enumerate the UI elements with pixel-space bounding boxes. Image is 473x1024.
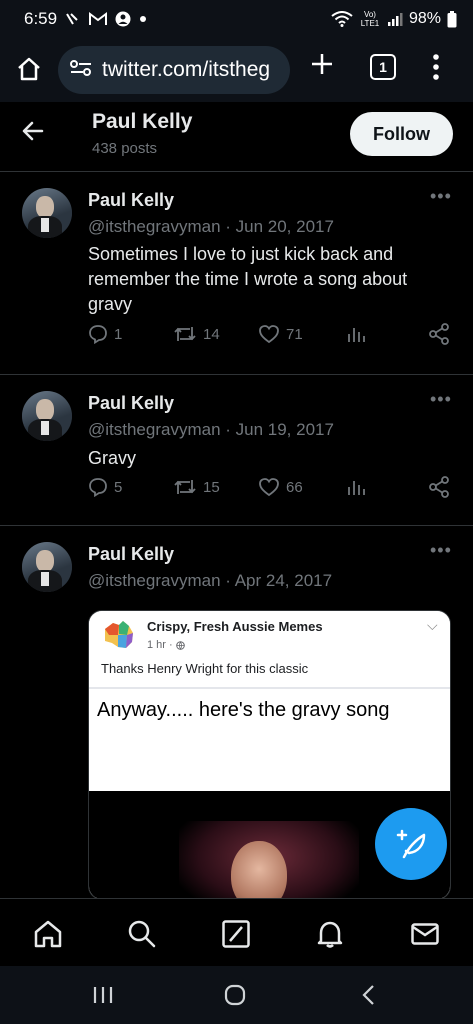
facebook-post-caption: Thanks Henry Wright for this classic (101, 661, 309, 676)
browser-menu-icon[interactable] (432, 54, 440, 85)
signal-icon (387, 12, 403, 26)
views-icon (348, 481, 365, 495)
tweet-handle-date: @itsthegravyman · Apr 24, 2017 (88, 571, 333, 590)
heart-icon (259, 325, 279, 344)
tweet-handle-date: @itsthegravyman · Jun 20, 2017 (88, 217, 334, 236)
network-label: Vo) LTE1 (360, 10, 380, 28)
retweet-button[interactable]: 15 (173, 477, 220, 497)
system-back-icon[interactable] (358, 984, 380, 1011)
reply-count: 5 (114, 478, 123, 496)
gmail-icon (89, 12, 108, 26)
bottom-navigation (0, 898, 473, 966)
search-icon[interactable] (127, 919, 157, 954)
share-button[interactable] (428, 323, 450, 345)
reply-icon (89, 478, 107, 497)
tweet-handle-date: @itsthegravyman · Jun 19, 2017 (88, 420, 334, 439)
recent-apps-icon[interactable] (92, 984, 114, 1011)
tweet-author-name[interactable]: Paul Kelly (88, 393, 174, 414)
globe-icon (175, 640, 185, 650)
call-icon (65, 12, 81, 26)
share-button[interactable] (428, 476, 450, 498)
meme-text: Anyway..... here's the gravy song (97, 699, 390, 721)
retweet-icon (174, 327, 196, 341)
retweet-button[interactable]: 14 (173, 324, 220, 344)
browser-toolbar: twitter.com/itstheg 1 (0, 38, 473, 102)
home-icon[interactable] (33, 919, 63, 954)
compose-feather-icon (396, 829, 426, 859)
system-navigation-bar (0, 966, 473, 1024)
battery-percent: 98% (408, 10, 441, 27)
tab-switcher-button[interactable]: 1 (370, 54, 396, 80)
notifications-bell-icon[interactable] (315, 919, 345, 954)
battery-icon (447, 10, 457, 28)
tweet-text: Gravy (88, 448, 137, 468)
post-count: 438 posts (92, 140, 158, 157)
profile-header: Paul Kelly 438 posts Follow (0, 102, 473, 172)
browser-home-button[interactable] (16, 56, 42, 87)
status-time: 6:59 (24, 9, 58, 28)
like-count: 71 (286, 325, 303, 343)
retweet-count: 14 (203, 325, 220, 343)
compose-tweet-button[interactable] (375, 808, 447, 880)
system-home-icon[interactable] (224, 984, 246, 1011)
share-icon (429, 476, 449, 498)
avatar[interactable] (22, 188, 72, 238)
more-options-icon[interactable]: ••• (430, 389, 452, 410)
tweet-text: Sometimes I love to just kick back and r… (88, 244, 408, 314)
tweet-author-name[interactable]: Paul Kelly (88, 190, 174, 211)
account-icon (115, 11, 131, 27)
facebook-post-header: Crispy, Fresh Aussie Memes 1 hr · ⌵ Than… (89, 611, 450, 685)
follow-button[interactable]: Follow (350, 112, 453, 156)
back-arrow-icon[interactable] (22, 120, 44, 147)
facebook-page-name: Crispy, Fresh Aussie Memes (147, 619, 323, 634)
tweet-author-name[interactable]: Paul Kelly (88, 544, 174, 565)
reply-count: 1 (114, 325, 123, 343)
share-icon (429, 323, 449, 345)
like-button[interactable]: 66 (258, 477, 303, 497)
messages-envelope-icon[interactable] (410, 919, 440, 954)
chevron-down-icon: ⌵ (427, 617, 438, 633)
grok-icon[interactable] (221, 919, 251, 954)
like-count: 66 (286, 478, 303, 496)
avatar[interactable] (22, 542, 72, 592)
views-icon (348, 328, 365, 342)
profile-name: Paul Kelly (92, 110, 193, 133)
url-text[interactable]: twitter.com/itstheg (102, 58, 270, 82)
australia-map-logo (99, 617, 139, 653)
retweet-icon (174, 480, 196, 494)
reply-button[interactable]: 5 (88, 477, 122, 497)
more-options-icon[interactable]: ••• (430, 186, 452, 207)
more-options-icon[interactable]: ••• (430, 540, 452, 561)
notification-dot-icon (139, 15, 147, 23)
views-button[interactable] (346, 477, 366, 497)
status-bar: 6:59 Vo) LTE1 98% (0, 0, 473, 38)
heart-icon (259, 478, 279, 497)
address-bar[interactable]: twitter.com/itstheg (58, 46, 290, 94)
avatar[interactable] (22, 391, 72, 441)
reply-button[interactable]: 1 (88, 324, 122, 344)
views-button[interactable] (346, 324, 366, 344)
retweet-count: 15 (203, 478, 220, 496)
wifi-icon (331, 11, 353, 27)
like-button[interactable]: 71 (258, 324, 303, 344)
new-tab-button[interactable] (310, 52, 334, 82)
tweet[interactable]: Paul Kelly @itsthegravyman · Jun 20, 201… (0, 172, 473, 375)
divider (89, 687, 450, 689)
facebook-post-time: 1 hr · (147, 639, 185, 651)
tweet[interactable]: Paul Kelly @itsthegravyman · Jun 19, 201… (0, 375, 473, 526)
site-settings-icon[interactable] (70, 59, 92, 82)
reply-icon (89, 325, 107, 344)
